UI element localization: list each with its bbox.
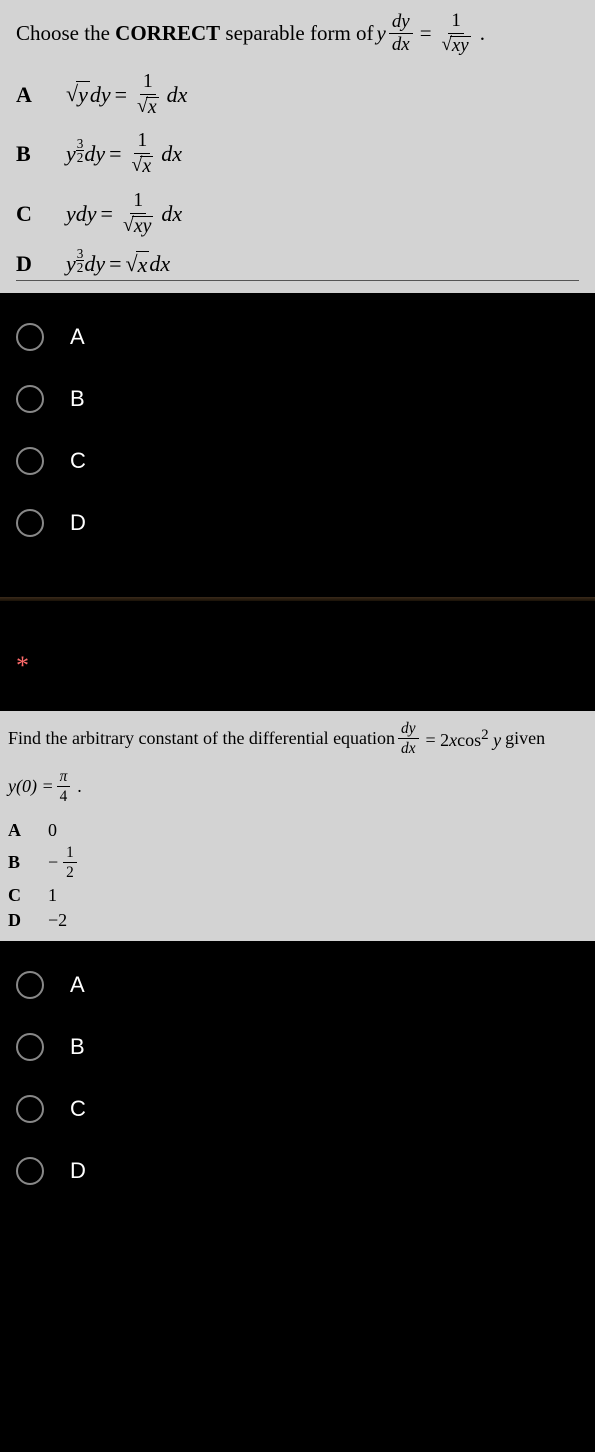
q2-option-d: D −2	[8, 910, 587, 931]
radio-circle-icon	[16, 447, 44, 475]
q2-prompt: Find the arbitrary constant of the diffe…	[8, 721, 587, 757]
q1-prompt-prefix: Choose the	[16, 21, 115, 45]
q1-option-a: A √ydy = 1 √x dx	[16, 72, 579, 118]
q1-option-c-content: ydy = 1 √xy dx	[66, 191, 182, 237]
radio-option-d[interactable]: D	[16, 509, 579, 537]
radio-option-d[interactable]: D	[16, 1157, 579, 1185]
q1-prompt-bold: CORRECT	[115, 21, 220, 45]
q1-dydx: dy dx	[389, 13, 413, 56]
q2-option-c: C 1	[8, 885, 587, 906]
q2-condition-label: y(0) =	[8, 776, 54, 797]
q1-prompt: Choose the CORRECT separable form of y d…	[16, 12, 579, 56]
q1-option-c: C ydy = 1 √xy dx	[16, 191, 579, 237]
q2-option-b: B − 1 2	[8, 845, 587, 881]
q2-condition: y(0) = π 4 .	[8, 769, 587, 805]
q2-option-a: A 0	[8, 820, 587, 841]
radio-circle-icon	[16, 1157, 44, 1185]
q1-option-table: A √ydy = 1 √x dx B y32dy = 1 √x dx	[16, 72, 579, 281]
q1-option-d: D y32dy = √xdx	[16, 251, 579, 281]
q1-prompt-suffix: separable form of	[220, 21, 373, 45]
q1-option-d-content: y32dy = √xdx	[66, 251, 170, 278]
radio-option-b[interactable]: B	[16, 385, 579, 413]
radio-option-a[interactable]: A	[16, 971, 579, 999]
radio-option-c[interactable]: C	[16, 447, 579, 475]
q2-given: given	[505, 728, 545, 749]
q1-option-b-content: y32dy = 1 √x dx	[66, 131, 182, 177]
question-separator	[0, 597, 595, 601]
required-indicator: *	[0, 651, 595, 711]
q1-radio-list: A B C D	[0, 293, 595, 577]
radio-circle-icon	[16, 1095, 44, 1123]
radio-circle-icon	[16, 971, 44, 999]
radio-circle-icon	[16, 323, 44, 351]
q1-rhs: 1 √xy	[439, 12, 474, 56]
radio-option-b[interactable]: B	[16, 1033, 579, 1061]
q1-equation: y	[377, 21, 386, 46]
question-2-image: Find the arbitrary constant of the diffe…	[0, 711, 595, 941]
radio-circle-icon	[16, 509, 44, 537]
radio-circle-icon	[16, 1033, 44, 1061]
q2-radio-list: A B C D	[0, 941, 595, 1215]
q2-option-table: A 0 B − 1 2 C 1 D −2	[8, 820, 587, 931]
radio-option-a[interactable]: A	[16, 323, 579, 351]
question-1-image: Choose the CORRECT separable form of y d…	[0, 0, 595, 293]
q2-dydx: dy dx	[398, 721, 418, 757]
radio-option-c[interactable]: C	[16, 1095, 579, 1123]
radio-circle-icon	[16, 385, 44, 413]
q2-prompt-text: Find the arbitrary constant of the diffe…	[8, 728, 395, 749]
q1-option-b: B y32dy = 1 √x dx	[16, 131, 579, 177]
q1-option-a-content: √ydy = 1 √x dx	[66, 72, 187, 118]
